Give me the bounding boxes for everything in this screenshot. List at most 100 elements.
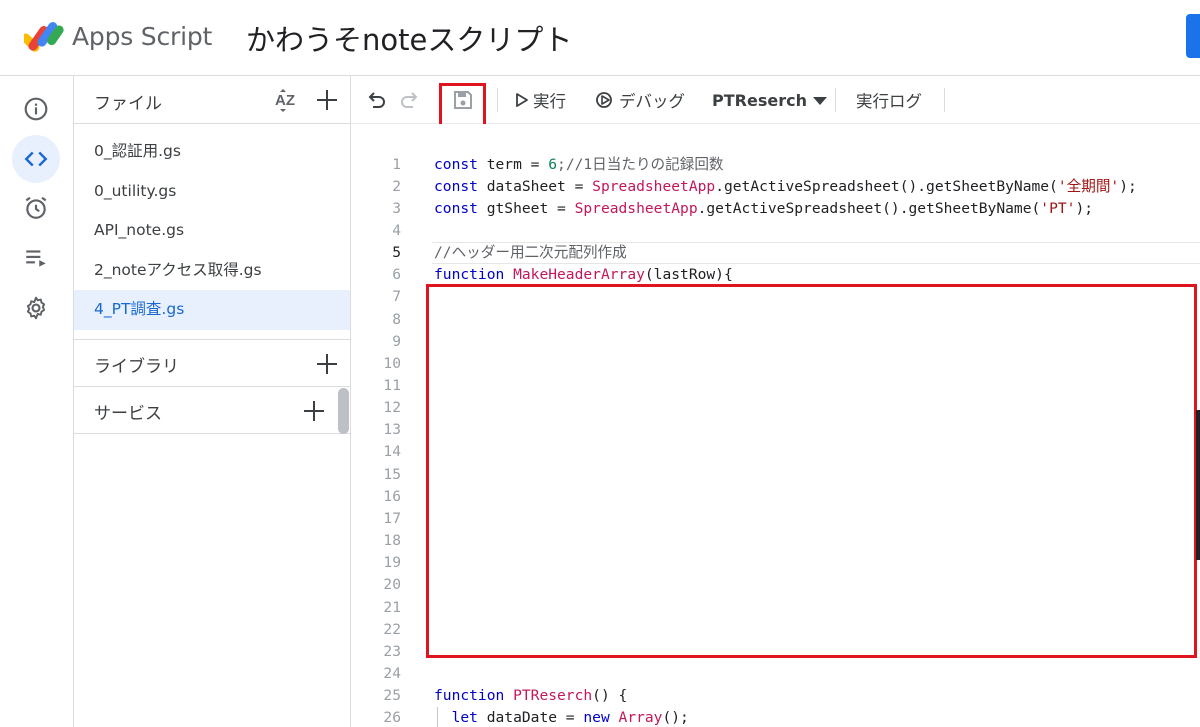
code-text: //ヘッダー用二次元配列作成 [434,242,627,264]
info-icon [24,97,48,121]
code-line[interactable]: 25 function PTReserch() { [351,685,1200,707]
deploy-button[interactable] [1186,14,1200,58]
file-item[interactable]: 0_utility.gs [74,172,350,212]
playlist-play-icon [26,250,46,267]
code-token: MakeHeaderArray [513,266,645,284]
toolbar-divider [497,88,498,112]
file-item[interactable]: 0_認証用.gs [74,132,350,172]
line-number: 22 [383,620,401,638]
execution-log-button[interactable]: 実行ログ [856,88,922,112]
save-button-highlight [439,83,486,130]
line-number: 26 [383,709,401,727]
function-selector[interactable]: PTReserch [712,91,827,110]
code-token: SpreadsheetApp [592,177,716,195]
svg-text:AZ: AZ [275,92,295,109]
code-line[interactable]: 4 [351,220,1200,242]
redo-icon[interactable] [399,89,421,111]
editor-button[interactable] [12,135,60,183]
line-number: 6 [392,266,401,284]
add-file-icon[interactable] [316,89,338,111]
execution-log-label: 実行ログ [856,92,922,111]
undo-icon[interactable] [365,89,387,111]
add-service-icon[interactable] [303,400,325,422]
add-library-icon[interactable] [316,353,338,375]
line-number: 2 [392,177,401,195]
executions-button[interactable] [12,234,60,282]
indent-guide [437,707,438,727]
code-token: //ヘッダー用二次元配列作成 [434,244,627,262]
line-number: 4 [392,221,401,239]
code-token: const [434,199,478,217]
code-token: function [434,266,505,284]
panel-scrollbar[interactable] [338,388,349,434]
code-line[interactable]: 1 const term = 6;//1日当たりの記録回数 [351,154,1200,176]
line-number: 3 [392,199,401,217]
alarm-clock-icon [25,196,47,219]
line-number: 9 [392,332,401,350]
file-item[interactable]: API_note.gs [74,211,350,251]
debug-icon [596,92,612,108]
code-text: const term = 6;//1日当たりの記録回数 [434,154,724,176]
line-number: 12 [383,399,401,417]
code-token: Array [618,709,663,727]
code-token: SpreadsheetApp [574,199,698,217]
code-token: '全期間' [1057,177,1120,195]
code-line[interactable]: 5 //ヘッダー用二次元配列作成 [351,242,1200,265]
dropdown-arrow-icon [812,96,827,105]
code-highlight-box [426,284,1197,658]
debug-button[interactable]: デバッグ [595,88,685,112]
line-number: 10 [383,354,401,372]
line-number: 24 [383,664,401,682]
code-token: dataSheet = [477,177,593,195]
code-line[interactable]: 24 [351,663,1200,685]
code-icon [24,151,48,167]
editor-scrollbar[interactable] [1196,410,1200,560]
project-title[interactable]: かわうそnoteスクリプト [246,17,572,59]
code-line[interactable]: 2 const dataSheet = SpreadsheetApp.getAct… [351,176,1200,198]
code-token: gtSheet = [477,199,575,217]
triggers-button[interactable] [12,184,60,232]
sort-az-icon[interactable]: AZ [274,87,300,113]
code-token: .getActiveSpreadsheet().getSheetByName( [715,177,1058,195]
file-item[interactable]: 2_noteアクセス取得.gs [74,251,350,291]
code-text: function PTReserch() { [434,685,627,707]
code-line[interactable]: 6 function MakeHeaderArray(lastRow){ [351,264,1200,286]
code-token: ); [1075,199,1094,217]
line-number: 20 [383,576,401,594]
services-section: サービス [74,386,350,434]
code-token: const [434,177,478,195]
code-token: function [434,687,505,705]
code-token: ;//1日当たりの記録回数 [557,155,724,173]
line-number: 7 [392,288,401,306]
code-line[interactable]: 3 const gtSheet = SpreadsheetApp.getActiv… [351,198,1200,220]
code-token: .getActiveSpreadsheet().getSheetByName( [697,199,1041,217]
debug-label: デバッグ [619,92,685,111]
code-token: new [583,709,610,727]
panel-divider [74,433,350,434]
settings-button[interactable] [12,284,60,332]
code-token: dataDate = [477,709,584,727]
left-rail [0,76,74,727]
line-number: 19 [383,554,401,572]
files-header: ファイル AZ [74,76,350,124]
line-number: 5 [392,244,401,262]
toolbar-divider [944,88,945,112]
overview-button[interactable] [12,85,60,133]
code-text: const gtSheet = SpreadsheetApp.getActive… [434,198,1093,220]
code-token: ); [1119,177,1137,195]
run-label: 実行 [533,92,566,111]
line-number: 21 [383,598,401,616]
code-token: let [434,709,478,727]
code-token: 'PT' [1040,199,1076,217]
apps-script-logo-icon[interactable] [24,18,66,52]
code-token: PTReserch [513,687,593,705]
code-line[interactable]: 26 let dataDate = new Array(); [351,707,1200,727]
file-item-active[interactable]: 4_PT調査.gs [74,290,350,330]
file-list: 0_認証用.gs 0_utility.gs API_note.gs 2_note… [74,132,350,330]
line-number: 17 [383,509,401,527]
code-token: (lastRow){ [644,266,733,284]
toolbar-divider [835,88,836,112]
run-button[interactable]: 実行 [515,88,566,112]
